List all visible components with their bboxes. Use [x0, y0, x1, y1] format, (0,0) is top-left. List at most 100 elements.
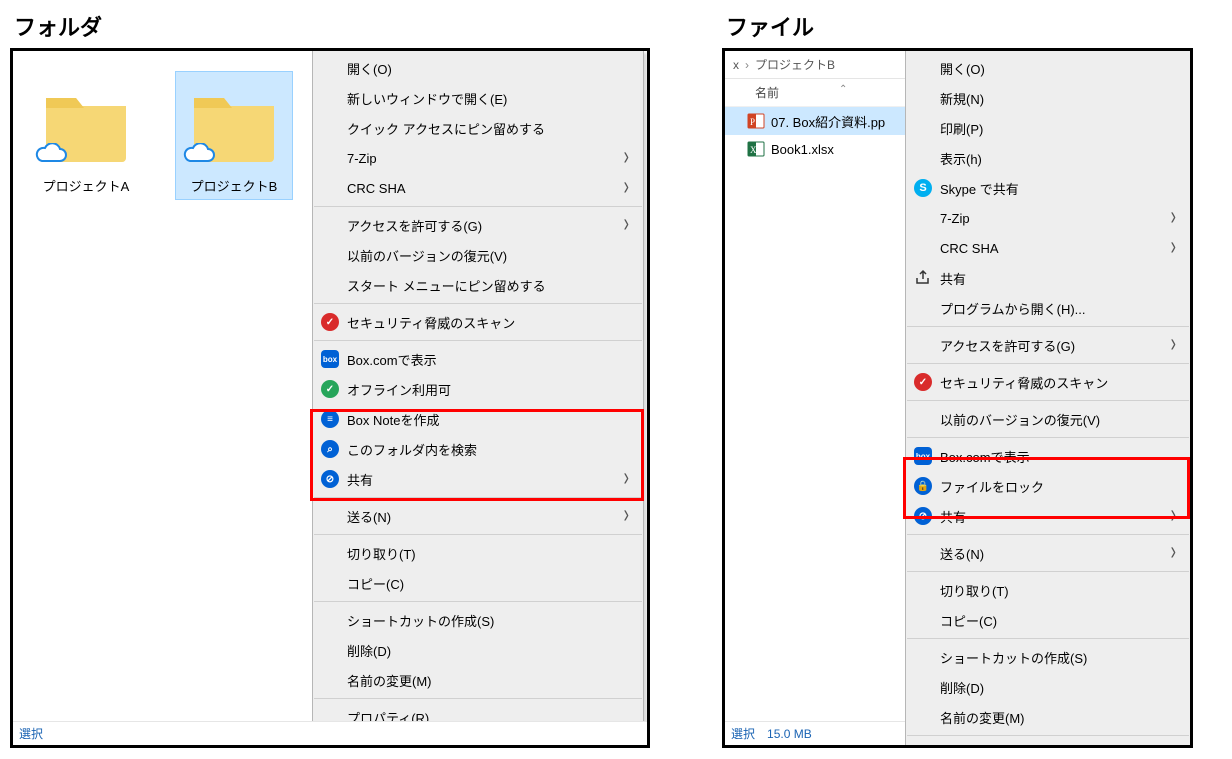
menu-crc-sha[interactable]: CRC SHA› — [313, 173, 643, 203]
skype-icon: S — [912, 177, 934, 199]
panel-title-folder: フォルダ — [14, 10, 650, 42]
menu-rename[interactable]: 名前の変更(M) — [906, 702, 1190, 732]
context-menu-file: 開く(O) 新規(N) 印刷(P) 表示(h) SSkype で共有 7-Zip… — [905, 50, 1191, 748]
breadcrumb-fragment: x — [733, 58, 739, 72]
menu-view[interactable]: 表示(h) — [906, 143, 1190, 173]
link-icon: ⊘ — [319, 468, 341, 490]
shield-icon: ✓ — [912, 371, 934, 393]
menu-cut[interactable]: 切り取り(T) — [906, 575, 1190, 605]
menu-separator — [907, 363, 1189, 364]
folder-label: プロジェクトA — [30, 176, 142, 195]
menu-new[interactable]: 新規(N) — [906, 83, 1190, 113]
menu-open-new-window[interactable]: 新しいウィンドウで開く(E) — [313, 83, 643, 113]
menu-previous-versions[interactable]: 以前のバージョンの復元(V) — [313, 240, 643, 270]
status-selection: 選択 — [19, 725, 43, 742]
menu-separator — [314, 340, 642, 341]
menu-open[interactable]: 開く(O) — [906, 53, 1190, 83]
folder-label: プロジェクトB — [178, 176, 290, 195]
menu-box-view[interactable]: boxBox.comで表示 — [906, 441, 1190, 471]
chevron-right-icon: › — [1171, 502, 1176, 531]
desktop-area[interactable]: プロジェクトA プロジェクトB — [13, 51, 313, 745]
svg-text:X: X — [750, 145, 757, 155]
panel-title-file: ファイル — [726, 10, 1193, 42]
menu-print[interactable]: 印刷(P) — [906, 113, 1190, 143]
menu-separator — [907, 326, 1189, 327]
menu-os-share[interactable]: 共有 — [906, 263, 1190, 293]
folder-frame: プロジェクトA プロジェクトB 開く(O — [10, 48, 650, 748]
excel-file-icon: X — [747, 140, 765, 158]
menu-pin-quick-access[interactable]: クイック アクセスにピン留めする — [313, 113, 643, 143]
share-icon — [912, 267, 934, 289]
menu-search-folder[interactable]: ⌕このフォルダ内を検索 — [313, 434, 643, 464]
menu-grant-access[interactable]: アクセスを許可する(G)› — [313, 210, 643, 240]
menu-delete[interactable]: 削除(D) — [313, 635, 643, 665]
menu-skype-share[interactable]: SSkype で共有 — [906, 173, 1190, 203]
menu-separator — [907, 437, 1189, 438]
menu-create-shortcut[interactable]: ショートカットの作成(S) — [313, 605, 643, 635]
folder-panel: フォルダ プロジェクトA — [10, 10, 650, 748]
menu-open[interactable]: 開く(O) — [313, 53, 643, 83]
menu-copy[interactable]: コピー(C) — [906, 605, 1190, 635]
file-frame: x › プロジェクトB 名前 ⌃ P 07. Box紹介資料.pp X — [722, 48, 1193, 748]
search-icon: ⌕ — [319, 438, 341, 460]
menu-separator — [314, 206, 642, 207]
menu-send-to[interactable]: 送る(N)› — [906, 538, 1190, 568]
menu-crc-sha[interactable]: CRC SHA› — [906, 233, 1190, 263]
menu-grant-access[interactable]: アクセスを許可する(G)› — [906, 330, 1190, 360]
menu-offline-available[interactable]: ✓オフライン利用可 — [313, 374, 643, 404]
status-selection: 選択 — [731, 725, 755, 742]
chevron-right-icon: › — [624, 502, 629, 531]
context-menu-folder: 開く(O) 新しいウィンドウで開く(E) クイック アクセスにピン留めする 7-… — [312, 50, 644, 735]
cloud-icon — [34, 143, 68, 170]
note-icon: ≡ — [319, 408, 341, 430]
lock-icon: 🔒 — [912, 475, 934, 497]
chevron-right-icon: › — [624, 144, 629, 173]
menu-separator — [314, 303, 642, 304]
chevron-right-icon: › — [624, 465, 629, 494]
chevron-right-icon: › — [1171, 234, 1176, 263]
menu-separator — [907, 638, 1189, 639]
menu-separator — [314, 534, 642, 535]
link-icon: ⊘ — [912, 505, 934, 527]
menu-7zip[interactable]: 7-Zip› — [313, 143, 643, 173]
menu-rename[interactable]: 名前の変更(M) — [313, 665, 643, 695]
shield-icon: ✓ — [319, 311, 341, 333]
menu-security-scan[interactable]: ✓セキュリティ脅威のスキャン — [313, 307, 643, 337]
menu-separator — [907, 534, 1189, 535]
chevron-right-icon: › — [1171, 539, 1176, 568]
chevron-right-icon: › — [1171, 331, 1176, 360]
status-bar: 選択 — [13, 721, 647, 745]
menu-previous-versions[interactable]: 以前のバージョンの復元(V) — [906, 404, 1190, 434]
file-name: 07. Box紹介資料.pp — [771, 112, 885, 131]
chevron-right-icon: › — [624, 211, 629, 240]
menu-security-scan[interactable]: ✓セキュリティ脅威のスキャン — [906, 367, 1190, 397]
menu-create-shortcut[interactable]: ショートカットの作成(S) — [906, 642, 1190, 672]
status-size: 15.0 MB — [767, 727, 812, 741]
check-circle-icon: ✓ — [319, 378, 341, 400]
file-name: Book1.xlsx — [771, 142, 834, 157]
chevron-right-icon: › — [624, 174, 629, 203]
menu-cut[interactable]: 切り取り(T) — [313, 538, 643, 568]
menu-separator — [314, 497, 642, 498]
sort-indicator-icon: ⌃ — [839, 84, 847, 95]
menu-separator — [314, 601, 642, 602]
menu-delete[interactable]: 削除(D) — [906, 672, 1190, 702]
menu-share[interactable]: ⊘共有› — [906, 501, 1190, 531]
menu-properties[interactable]: プロパティ(R) — [906, 739, 1190, 748]
menu-send-to[interactable]: 送る(N)› — [313, 501, 643, 531]
svg-text:P: P — [750, 117, 755, 127]
folder-item-project-a[interactable]: プロジェクトA — [27, 71, 145, 200]
chevron-right-icon: › — [1171, 204, 1176, 233]
menu-separator — [907, 400, 1189, 401]
breadcrumb-current[interactable]: プロジェクトB — [755, 56, 835, 73]
menu-open-with[interactable]: プログラムから開く(H)... — [906, 293, 1190, 323]
menu-share[interactable]: ⊘共有› — [313, 464, 643, 494]
menu-copy[interactable]: コピー(C) — [313, 568, 643, 598]
menu-box-view[interactable]: boxBox.comで表示 — [313, 344, 643, 374]
menu-lock-file[interactable]: 🔒ファイルをロック — [906, 471, 1190, 501]
menu-separator — [907, 571, 1189, 572]
folder-item-project-b[interactable]: プロジェクトB — [175, 71, 293, 200]
menu-box-note-create[interactable]: ≡Box Noteを作成 — [313, 404, 643, 434]
menu-pin-start[interactable]: スタート メニューにピン留めする — [313, 270, 643, 300]
menu-7zip[interactable]: 7-Zip› — [906, 203, 1190, 233]
